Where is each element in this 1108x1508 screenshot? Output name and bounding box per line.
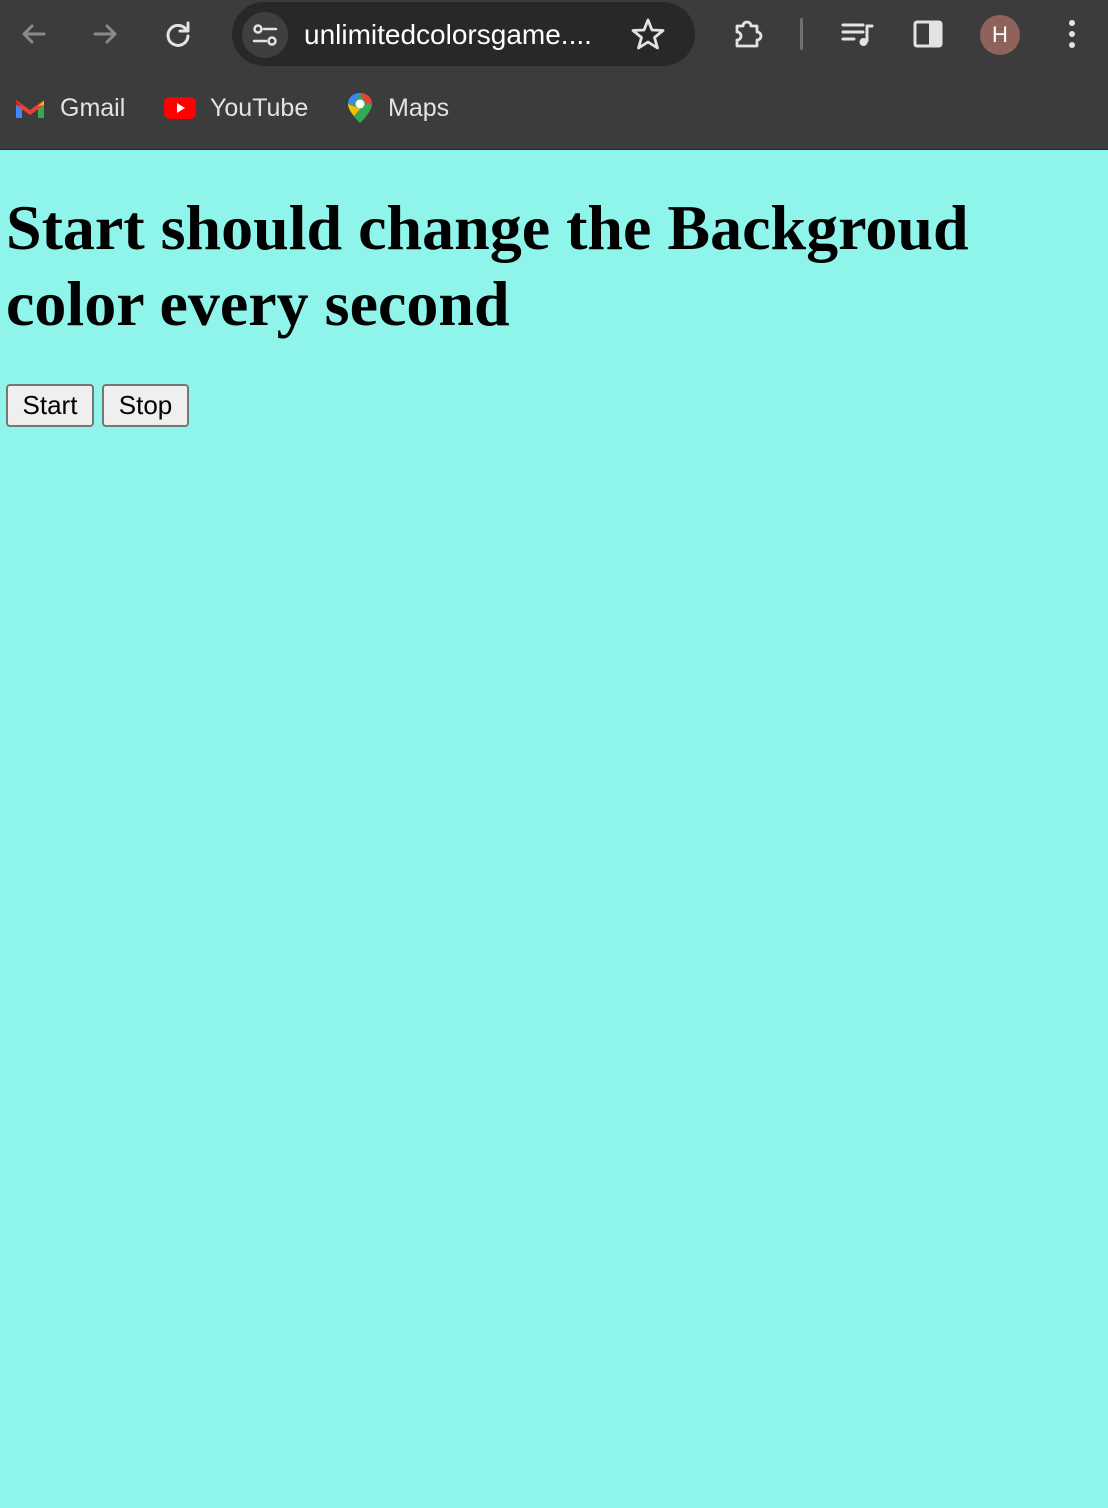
bookmark-star-button[interactable] [628,14,668,54]
stop-button[interactable]: Stop [102,384,189,427]
reload-button[interactable] [156,12,200,56]
toolbar-divider [800,18,803,50]
bookmark-gmail[interactable]: Gmail [14,88,125,128]
menu-icon [1069,20,1075,48]
forward-button[interactable] [83,12,127,56]
maps-icon [348,93,372,123]
page-heading: Start should change the Backgroud color … [6,192,969,339]
forward-icon [93,24,117,44]
bookmark-maps-label: Maps [388,93,450,122]
browser-toolbar: unlimitedcolorsgame.... H [0,0,1108,70]
site-info-button[interactable] [242,12,288,58]
extensions-icon [735,20,763,48]
address-bar[interactable]: unlimitedcolorsgame.... [232,2,695,66]
side-panel-button[interactable] [906,12,950,56]
youtube-icon [164,97,196,119]
profile-avatar[interactable]: H [980,15,1020,55]
side-panel-icon [913,20,943,48]
reload-icon [166,21,190,47]
extensions-button[interactable] [727,12,771,56]
bookmark-maps[interactable]: Maps [346,88,449,128]
bookmark-youtube-label: YouTube [210,93,309,122]
star-icon [631,18,665,50]
back-button[interactable] [12,12,56,56]
gmail-icon [16,100,44,118]
url-text[interactable]: unlimitedcolorsgame.... [304,18,624,52]
back-icon [22,24,46,44]
site-info-icon [252,24,278,46]
start-button[interactable]: Start [6,384,94,427]
media-controls-button[interactable] [835,12,879,56]
bookmark-youtube[interactable]: YouTube [164,88,308,128]
media-icon [841,23,874,46]
bookmark-gmail-label: Gmail [60,93,126,122]
chrome-menu-button[interactable] [1050,12,1094,56]
page-content: Start should change the Backgroud color … [0,150,1108,1508]
